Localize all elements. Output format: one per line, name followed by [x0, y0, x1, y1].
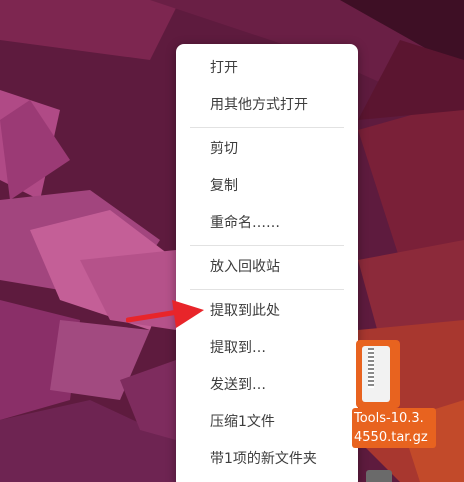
menu-separator [190, 127, 344, 128]
context-menu: 打开 用其他方式打开 剪切 复制 重命名…… 放入回收站 提取到此处 提取到… … [176, 44, 358, 482]
file-paper [362, 346, 390, 402]
menu-item-compress[interactable]: 压缩1文件 [176, 404, 358, 441]
menu-separator [190, 245, 344, 246]
red-arrow-icon [126, 300, 204, 328]
partial-desktop-icon[interactable] [366, 470, 392, 482]
file-name-line-1: Tools-10.3. [354, 411, 424, 426]
archive-file-icon[interactable] [356, 340, 400, 408]
menu-item-extract-to[interactable]: 提取到… [176, 330, 358, 367]
menu-item-copy[interactable]: 复制 [176, 168, 358, 205]
menu-item-open[interactable]: 打开 [176, 50, 358, 87]
file-name-line-2: 4550.tar.gz [354, 430, 428, 445]
zipper-icon [368, 348, 374, 388]
menu-item-new-folder-with-items[interactable]: 带1项的新文件夹 [176, 441, 358, 478]
menu-item-cut[interactable]: 剪切 [176, 131, 358, 168]
menu-item-move-to-trash[interactable]: 放入回收站 [176, 249, 358, 286]
menu-item-rename[interactable]: 重命名…… [176, 205, 358, 242]
menu-item-send-to[interactable]: 发送到… [176, 367, 358, 404]
desktop-file-label[interactable]: Tools-10.3. 4550.tar.gz [352, 408, 436, 448]
menu-item-open-with[interactable]: 用其他方式打开 [176, 87, 358, 124]
menu-separator [190, 289, 344, 290]
